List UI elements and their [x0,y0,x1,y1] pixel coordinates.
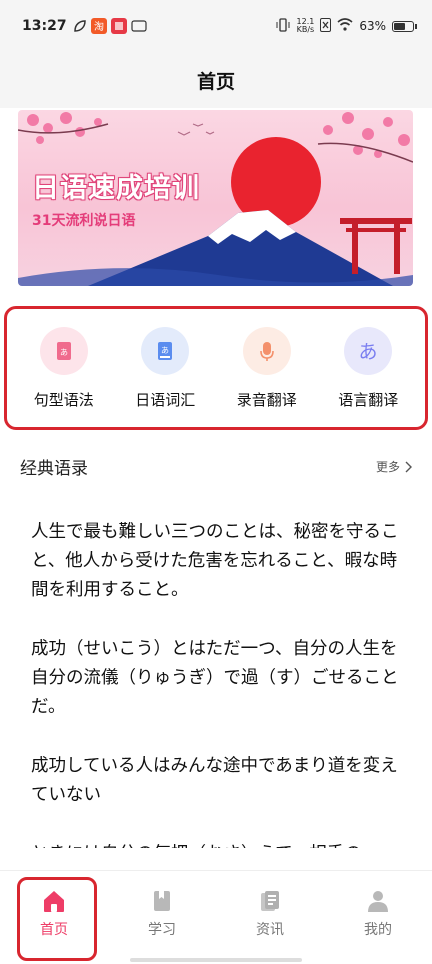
quotes-more-label: 更多 [375,460,400,474]
feature-vocabulary-label: 日语词汇 [135,390,196,409]
feature-grammar[interactable]: あ 句型语法 [14,326,114,410]
network-speed-unit: KB/s [296,25,315,34]
feature-language-translate[interactable]: あ 语言翻译 [318,326,418,410]
tab-news-label: 资讯 [256,922,284,938]
hiragana-a-icon: あ [344,326,393,375]
tab-news[interactable]: 资讯 [230,889,310,939]
svg-text:あ: あ [60,348,68,357]
no-sim-icon [320,17,332,35]
grammar-book-icon: あ [39,326,88,375]
tab-study-label: 学习 [148,922,176,938]
vibrate-icon [275,17,291,35]
page-title-bar: 首页 [0,52,432,108]
banner-title: 日语速成培训 [32,173,200,204]
feature-voice-translate[interactable]: 录音翻译 [217,326,317,410]
tab-study[interactable]: 学习 [122,889,202,939]
svg-text:あ: あ [161,346,169,355]
svg-text:あ: あ [359,341,378,363]
quotes-list: 人生で最も難しい三つのことは、秘密を守ること、他人から受けた危害を忘れること、暇… [31,518,411,848]
feature-language-translate-label: 语言翻译 [338,390,399,409]
quote-item[interactable]: 成功している人はみんな途中であまり道を変えていない [31,752,411,810]
misc-app-icon [130,18,147,34]
news-icon [261,891,279,911]
home-icon [44,891,64,912]
leaf-app-icon [73,19,87,33]
feature-vocabulary[interactable]: あ 日语词汇 [115,326,215,410]
tab-home-label: 首页 [40,922,68,938]
profile-icon [368,891,388,912]
feature-shortcuts: あ 句型语法 あ 日语词汇 录音翻译 あ 语言翻译 [4,306,428,430]
red-app-icon [110,18,127,34]
network-speed: 12.1 KB/s [297,18,315,34]
page-title: 首页 [196,70,235,93]
bottom-tab-bar: 首页 学习 资讯 我的 [0,870,432,964]
status-time: 13:27 [22,18,67,34]
svg-text:淘: 淘 [94,20,104,33]
status-bar: 13:27 淘 12.1 KB/s 63% [0,0,432,52]
book-icon [154,891,170,911]
battery-percent: 63% [359,19,386,33]
chevron-right-icon [405,461,412,472]
quotes-section-header: 经典语录 更多 [20,454,412,479]
feature-voice-translate-label: 录音翻译 [236,390,297,409]
quote-item[interactable]: 成功（せいこう）とはただ一つ、自分の人生を自分の流儀（りゅうぎ）で過（す）ごせる… [31,635,411,722]
quote-item[interactable]: 人生で最も難しい三つのことは、秘密を守ること、他人から受けた危害を忘れること、暇… [31,518,411,605]
quotes-section-title: 经典语录 [20,459,88,479]
tab-profile[interactable]: 我的 [338,889,418,939]
quote-item[interactable]: ときには自分の気把（おさ）えて、相手の [31,840,411,848]
taobao-app-icon: 淘 [90,18,107,34]
battery-level [394,22,405,30]
promo-banner[interactable]: 日语速成培训 31天流利说日语 [18,110,413,286]
wifi-icon [337,18,353,34]
feature-grammar-label: 句型语法 [33,390,94,409]
quotes-more-link[interactable]: 更多 [376,458,412,475]
home-indicator[interactable] [130,958,302,962]
battery-icon [392,20,417,32]
microphone-icon [242,326,291,375]
tab-home[interactable]: 首页 [14,877,97,961]
banner-subtitle: 31天流利说日语 [32,213,136,229]
tab-profile-label: 我的 [364,922,392,938]
vocabulary-book-icon: あ [141,326,190,375]
